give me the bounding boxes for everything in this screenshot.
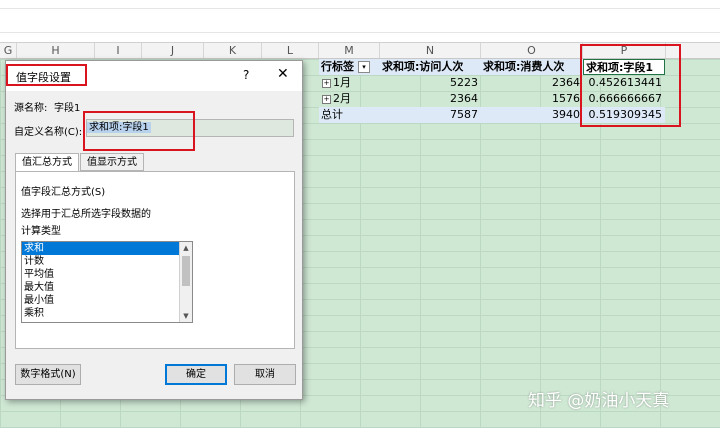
calc-type-listbox[interactable]: 求和 计数 平均值 最大值 最小值 乘积 ▲ ▼ — [21, 241, 193, 323]
calc-type-label: 计算类型 — [21, 226, 61, 237]
highlight-box-column-p — [580, 44, 681, 127]
pivot-row-label-header[interactable]: 行标签 ▾ — [319, 59, 380, 75]
watermark-text: 知乎 @奶油小天真 — [528, 391, 670, 411]
list-item[interactable]: 最大值 — [22, 281, 192, 294]
formula-bar-divider — [0, 32, 720, 33]
cancel-button[interactable]: 取消 — [234, 364, 296, 385]
pivot-total-label[interactable]: 总计 — [319, 107, 380, 123]
column-header[interactable]: I — [95, 43, 142, 58]
column-header[interactable]: O — [481, 43, 583, 58]
table-cell[interactable]: 5223 — [380, 75, 481, 91]
listbox-scrollbar[interactable]: ▲ ▼ — [179, 242, 192, 322]
column-header[interactable]: K — [204, 43, 262, 58]
row-label-text: 2月 — [333, 92, 351, 105]
highlight-box-custom-name — [83, 111, 195, 151]
pivot-row-label[interactable]: +1月 — [319, 75, 380, 91]
list-item[interactable]: 求和 — [22, 242, 192, 255]
description-text: 选择用于汇总所选字段数据的 — [21, 209, 151, 220]
table-cell[interactable]: 3940 — [481, 107, 583, 123]
number-format-button[interactable]: 数字格式(N) — [15, 364, 81, 385]
row-label-text: 行标签 — [321, 60, 354, 73]
pivot-header-purchases[interactable]: 求和项:消费人次 — [481, 59, 583, 75]
row-label-text: 1月 — [333, 76, 351, 89]
column-header[interactable]: J — [142, 43, 204, 58]
table-cell[interactable]: 7587 — [380, 107, 481, 123]
ribbon-divider — [0, 8, 720, 9]
pivot-row-label[interactable]: +2月 — [319, 91, 380, 107]
column-header[interactable]: M — [319, 43, 380, 58]
list-item[interactable]: 最小值 — [22, 294, 192, 307]
source-name-value: 字段1 — [54, 103, 81, 114]
expand-icon[interactable]: + — [322, 94, 331, 104]
pivot-header-visits[interactable]: 求和项:访问人次 — [380, 59, 481, 75]
column-header[interactable]: N — [380, 43, 481, 58]
column-header[interactable]: H — [17, 43, 95, 58]
column-header[interactable]: G — [0, 43, 17, 58]
ribbon-area — [0, 0, 720, 43]
table-cell[interactable]: 2364 — [481, 75, 583, 91]
list-item[interactable]: 平均值 — [22, 268, 192, 281]
filter-dropdown-icon[interactable]: ▾ — [358, 61, 370, 73]
expand-icon[interactable]: + — [322, 78, 331, 88]
ok-button[interactable]: 确定 — [165, 364, 227, 385]
highlight-box-dialog-title — [6, 64, 87, 86]
scroll-up-icon[interactable]: ▲ — [180, 242, 192, 254]
column-header[interactable]: L — [262, 43, 319, 58]
custom-name-label: 自定义名称(C): — [14, 127, 83, 138]
tab-show-values-as[interactable]: 值显示方式 — [80, 153, 144, 171]
scroll-down-icon[interactable]: ▼ — [180, 310, 192, 322]
list-item[interactable]: 乘积 — [22, 307, 192, 320]
tab-summarize-values[interactable]: 值汇总方式 — [15, 153, 79, 173]
close-icon[interactable]: ✕ — [277, 66, 289, 82]
list-item[interactable]: 计数 — [22, 255, 192, 268]
table-cell[interactable]: 1576 — [481, 91, 583, 107]
scroll-thumb[interactable] — [182, 256, 190, 286]
section-title: 值字段汇总方式(S) — [21, 187, 106, 198]
help-icon[interactable]: ? — [243, 68, 249, 82]
table-cell[interactable]: 2364 — [380, 91, 481, 107]
source-name-label: 源名称: — [14, 103, 48, 114]
